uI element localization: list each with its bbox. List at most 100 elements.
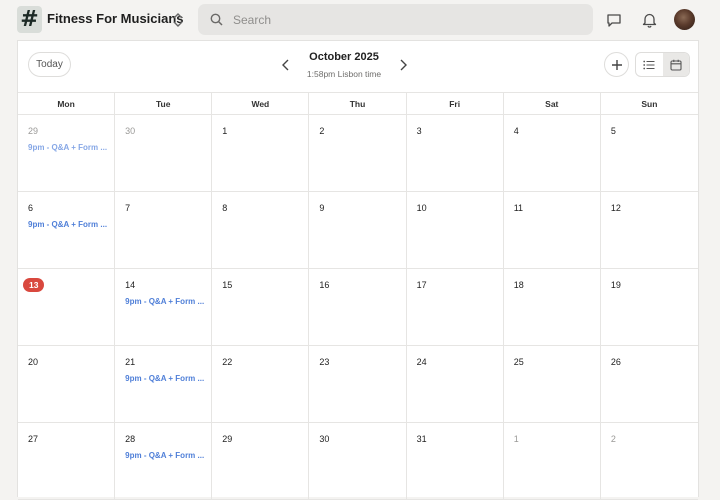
day-number: 10 — [416, 203, 427, 213]
group-name[interactable]: Fitness For Musicians — [47, 11, 184, 26]
calendar-view-button[interactable] — [662, 53, 689, 76]
event-link[interactable]: 9pm - Q&A + Form ... — [28, 220, 108, 229]
day-cell[interactable]: 11 — [504, 192, 601, 268]
day-number: 19 — [610, 280, 621, 290]
day-cell[interactable]: 31 — [407, 423, 504, 499]
day-number: 5 — [610, 126, 616, 136]
event-link[interactable]: 9pm - Q&A + Form ... — [125, 374, 205, 383]
day-number: 6 — [28, 203, 34, 213]
chat-icon[interactable] — [604, 10, 624, 30]
day-cell[interactable]: 3 — [407, 115, 504, 191]
day-cell[interactable]: 6 9pm - Q&A + Form ... — [18, 192, 116, 268]
timezone-note: 1:58pm Lisbon time — [306, 69, 382, 79]
chevron-updown-icon[interactable] — [171, 11, 185, 29]
week-row: 27 28 9pm - Q&A + Form ... 29 30 31 1 2 — [18, 423, 698, 500]
today-badge: 13 — [23, 278, 45, 292]
day-number: 18 — [513, 280, 524, 290]
day-cell[interactable]: 5 — [601, 115, 698, 191]
day-number: 2 — [319, 126, 325, 136]
day-cell[interactable]: 12 — [601, 192, 698, 268]
day-number: 22 — [222, 357, 233, 367]
day-cell[interactable]: 10 — [407, 192, 504, 268]
week-row: 13 14 9pm - Q&A + Form ... 15 16 17 18 19 — [18, 269, 698, 346]
day-cell[interactable]: 2 — [309, 115, 407, 191]
view-toggle — [635, 52, 690, 77]
weekday-label: Mon — [18, 93, 116, 115]
day-cell[interactable]: 25 — [504, 346, 601, 422]
day-cell[interactable]: 14 9pm - Q&A + Form ... — [115, 269, 213, 345]
search-input[interactable] — [233, 10, 573, 29]
day-cell[interactable]: 4 — [504, 115, 601, 191]
day-cell[interactable]: 29 9pm - Q&A + Form ... — [18, 115, 116, 191]
day-cell[interactable]: 7 — [115, 192, 213, 268]
weekday-label: Tue — [115, 93, 213, 115]
day-number: 11 — [513, 203, 524, 213]
day-cell[interactable]: 30 — [309, 423, 407, 499]
event-link[interactable]: 9pm - Q&A + Form ... — [125, 297, 205, 306]
search-bar[interactable] — [198, 4, 593, 35]
day-cell[interactable]: 16 — [309, 269, 407, 345]
day-number: 25 — [513, 357, 524, 367]
day-number: 4 — [513, 126, 519, 136]
day-number: 1 — [222, 126, 228, 136]
day-cell[interactable]: 24 — [407, 346, 504, 422]
weekday-label: Sat — [504, 93, 601, 115]
bell-icon[interactable] — [639, 10, 659, 30]
event-link[interactable]: 9pm - Q&A + Form ... — [28, 143, 108, 152]
week-row: 6 9pm - Q&A + Form ... 7 8 9 10 11 12 — [18, 192, 698, 269]
day-cell[interactable]: 23 — [309, 346, 407, 422]
plus-icon — [611, 59, 622, 70]
event-link[interactable]: 9pm - Q&A + Form ... — [125, 451, 205, 460]
day-cell[interactable]: 1 — [212, 115, 310, 191]
day-cell[interactable]: 30 — [115, 115, 213, 191]
day-cell[interactable]: 8 — [212, 192, 310, 268]
day-cell[interactable]: 19 — [601, 269, 698, 345]
weekday-header: Mon Tue Wed Thu Fri Sat Sun — [18, 92, 698, 115]
week-row: 20 21 9pm - Q&A + Form ... 22 23 24 25 26 — [18, 346, 698, 423]
weekday-label: Wed — [212, 93, 310, 115]
day-cell[interactable]: 2 — [601, 423, 698, 499]
list-icon — [643, 60, 655, 69]
day-cell[interactable]: 26 — [601, 346, 698, 422]
day-number: 27 — [28, 434, 39, 444]
day-number: 9 — [319, 203, 325, 213]
day-cell[interactable]: 18 — [504, 269, 601, 345]
avatar[interactable] — [674, 9, 695, 30]
day-cell[interactable]: 1 — [504, 423, 601, 499]
day-cell[interactable]: 20 — [18, 346, 116, 422]
day-number: 3 — [416, 126, 422, 136]
list-view-button[interactable] — [636, 53, 663, 76]
chevron-right-icon — [400, 59, 407, 71]
day-cell[interactable]: 21 9pm - Q&A + Form ... — [115, 346, 213, 422]
day-number: 2 — [610, 434, 616, 444]
day-cell[interactable]: 17 — [407, 269, 504, 345]
week-row: 29 9pm - Q&A + Form ... 30 1 2 3 4 5 — [18, 115, 698, 192]
calendar-panel: Today October 2025 1:58pm Lisbon time Mo… — [17, 40, 699, 500]
day-number: 14 — [125, 280, 136, 290]
day-number: 1 — [513, 434, 519, 444]
add-event-button[interactable] — [604, 52, 629, 77]
search-icon — [210, 13, 223, 26]
month-title: October 2025 — [309, 51, 379, 63]
top-bar: # Fitness For Musicians — [0, 0, 720, 40]
day-number: 28 — [125, 434, 136, 444]
day-number: 31 — [416, 434, 427, 444]
day-number: 8 — [222, 203, 228, 213]
day-number: 21 — [125, 357, 136, 367]
next-month-button[interactable] — [396, 57, 410, 73]
day-cell[interactable]: 29 — [212, 423, 310, 499]
hashtag-logo-icon[interactable]: # — [17, 6, 42, 33]
day-number: 17 — [416, 280, 427, 290]
calendar-icon — [670, 59, 682, 71]
today-button[interactable]: Today — [28, 52, 71, 77]
day-cell[interactable]: 27 — [18, 423, 116, 499]
day-cell[interactable]: 9 — [309, 192, 407, 268]
day-cell[interactable]: 28 9pm - Q&A + Form ... — [115, 423, 213, 499]
day-number: 30 — [319, 434, 330, 444]
day-cell-today[interactable]: 13 — [18, 269, 116, 345]
day-number: 26 — [610, 357, 621, 367]
day-cell[interactable]: 22 — [212, 346, 310, 422]
day-cell[interactable]: 15 — [212, 269, 310, 345]
weeks: 29 9pm - Q&A + Form ... 30 1 2 3 4 5 6 9pm - Q&A … — [18, 115, 698, 500]
weekday-label: Thu — [309, 93, 407, 115]
